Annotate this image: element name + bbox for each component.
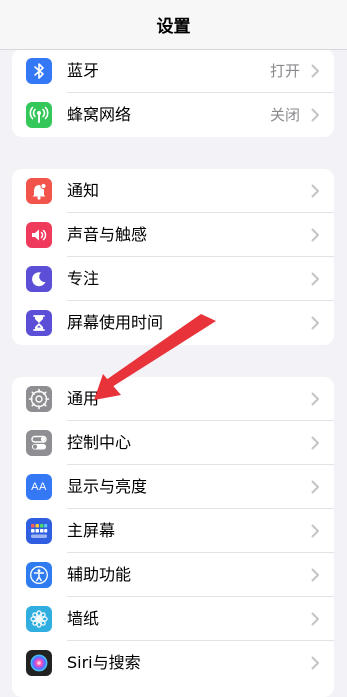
settings-row-bluetooth[interactable]: 蓝牙 打开 <box>12 49 334 93</box>
home-screen-label: 主屏幕 <box>67 521 116 540</box>
general-group: 通用 控制中心 AA 显示与亮度 主屏幕 辅助功能 墙纸 Siri与搜索 <box>12 377 334 697</box>
accessibility-icon <box>26 562 52 588</box>
bell-icon <box>26 178 52 204</box>
settings-row-cellular[interactable]: 蜂窝网络 关闭 <box>12 93 334 137</box>
general-label: 通用 <box>67 389 100 408</box>
notifications-group: 通知 声音与触感 专注 屏幕使用时间 <box>12 169 334 345</box>
focus-label: 专注 <box>67 269 100 288</box>
chevron-right-icon <box>311 272 319 286</box>
settings-row-home-screen[interactable]: 主屏幕 <box>12 509 334 553</box>
settings-row-general[interactable]: 通用 <box>12 377 334 421</box>
chevron-right-icon <box>311 392 319 406</box>
app-grid-icon <box>26 518 52 544</box>
display-label: 显示与亮度 <box>67 477 148 496</box>
settings-row-notifications[interactable]: 通知 <box>12 169 334 213</box>
control-center-label: 控制中心 <box>67 433 132 452</box>
chevron-right-icon <box>311 108 319 122</box>
gear-icon <box>26 386 52 412</box>
settings-row-control-center[interactable]: 控制中心 <box>12 421 334 465</box>
chevron-right-icon <box>311 316 319 330</box>
chevron-right-icon <box>311 568 319 582</box>
settings-row-screen-time[interactable]: 屏幕使用时间 <box>12 301 334 345</box>
settings-row-sounds[interactable]: 声音与触感 <box>12 213 334 257</box>
chevron-right-icon <box>311 612 319 626</box>
bluetooth-label: 蓝牙 <box>67 61 100 80</box>
notifications-label: 通知 <box>67 181 100 200</box>
chevron-right-icon <box>311 64 319 78</box>
connectivity-group: 蓝牙 打开 蜂窝网络 关闭 <box>12 49 334 137</box>
chevron-right-icon <box>311 656 319 670</box>
cellular-value: 关闭 <box>269 106 300 124</box>
siri-icon <box>26 650 52 676</box>
flower-icon <box>26 606 52 632</box>
accessibility-label: 辅助功能 <box>67 565 132 584</box>
moon-icon <box>26 266 52 292</box>
text-size-glyph: AA <box>31 481 47 493</box>
navigation-bar: 设置 <box>0 0 347 50</box>
text-size-icon: AA <box>26 474 52 500</box>
chevron-right-icon <box>311 436 319 450</box>
toggles-icon <box>26 430 52 456</box>
siri-label: Siri与搜索 <box>67 653 141 672</box>
hourglass-icon <box>26 310 52 336</box>
antenna-icon <box>26 102 52 128</box>
speaker-icon <box>26 222 52 248</box>
chevron-right-icon <box>311 480 319 494</box>
chevron-right-icon <box>311 524 319 538</box>
settings-row-focus[interactable]: 专注 <box>12 257 334 301</box>
settings-row-accessibility[interactable]: 辅助功能 <box>12 553 334 597</box>
chevron-right-icon <box>311 228 319 242</box>
sounds-label: 声音与触感 <box>67 225 148 244</box>
bluetooth-value: 打开 <box>269 62 300 80</box>
chevron-right-icon <box>311 184 319 198</box>
settings-row-display[interactable]: AA 显示与亮度 <box>12 465 334 509</box>
cellular-label: 蜂窝网络 <box>67 105 132 124</box>
settings-row-wallpaper[interactable]: 墙纸 <box>12 597 334 641</box>
bluetooth-icon <box>26 58 52 84</box>
wallpaper-label: 墙纸 <box>67 609 100 628</box>
screen-time-label: 屏幕使用时间 <box>67 313 164 332</box>
page-title: 设置 <box>156 17 191 37</box>
settings-row-siri[interactable]: Siri与搜索 <box>12 641 334 685</box>
